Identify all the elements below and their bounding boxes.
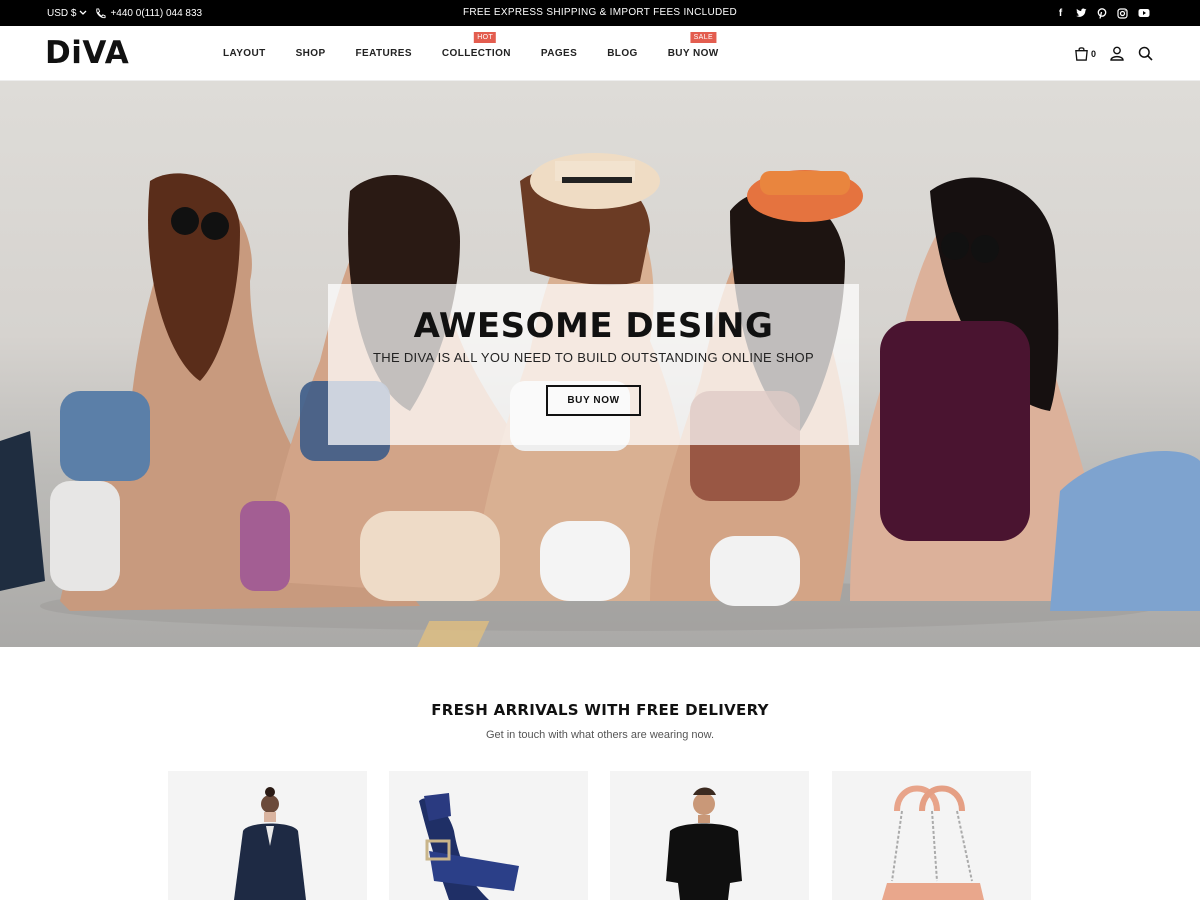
phone-icon bbox=[96, 7, 106, 18]
hero-banner: AWESOME DESING THE DIVA IS ALL YOU NEED … bbox=[0, 81, 1200, 647]
hero-caption-box: AWESOME DESING THE DIVA IS ALL YOU NEED … bbox=[328, 284, 859, 445]
nav-item-label: BLOG bbox=[607, 48, 638, 59]
user-icon[interactable] bbox=[1110, 46, 1124, 61]
chevron-down-icon bbox=[79, 10, 87, 15]
product-image-tshirt bbox=[666, 787, 742, 900]
hero-title: AWESOME DESING bbox=[413, 306, 774, 346]
nav-badge-sale: SALE bbox=[690, 32, 717, 43]
nav-item-label: SHOP bbox=[295, 48, 326, 59]
site-logo[interactable]: DiVA bbox=[45, 35, 129, 71]
nav-item-pages[interactable]: PAGES bbox=[541, 48, 577, 59]
nav-badge-hot: HOT bbox=[474, 32, 497, 43]
nav-item-shop[interactable]: SHOP bbox=[296, 48, 326, 59]
arrivals-title: FRESH ARRIVALS WITH FREE DELIVERY bbox=[431, 701, 769, 719]
nav-item-label: LAYOUT bbox=[223, 48, 266, 59]
nav-item-label: PAGES bbox=[540, 48, 578, 59]
cart-button[interactable]: 0 bbox=[1074, 46, 1096, 61]
currency-label: USD $ bbox=[47, 7, 77, 19]
currency-selector[interactable]: USD $ bbox=[47, 8, 87, 19]
nav-item-blog[interactable]: BLOG bbox=[607, 48, 638, 59]
hero-subtitle: THE DIVA IS ALL YOU NEED TO BUILD OUTSTA… bbox=[373, 350, 814, 365]
cart-count: 0 bbox=[1090, 48, 1096, 59]
social-links: f bbox=[1055, 0, 1150, 26]
nav-item-layout[interactable]: LAYOUT bbox=[223, 48, 266, 59]
instagram-icon[interactable] bbox=[1117, 7, 1128, 19]
product-card[interactable] bbox=[832, 771, 1031, 900]
product-image-cardigan bbox=[234, 787, 306, 900]
main-nav: LAYOUT SHOP FEATURES COLLECTION HOT PAGES BLOG… bbox=[223, 26, 749, 81]
phone-number[interactable]: +440 0(111) 044 833 bbox=[95, 8, 202, 19]
twitter-icon[interactable] bbox=[1076, 8, 1087, 18]
nav-item-label: FEATURES bbox=[355, 48, 412, 59]
main-header: DiVA LAYOUT SHOP FEATURES COLLECTION HOT PAGE… bbox=[0, 26, 1200, 81]
youtube-icon[interactable] bbox=[1138, 8, 1150, 18]
cart-icon bbox=[1075, 47, 1088, 61]
product-image-handbag bbox=[882, 785, 984, 900]
nav-item-label: COLLECTION bbox=[441, 48, 511, 59]
product-grid bbox=[168, 771, 1032, 900]
nav-item-label: BUY NOW bbox=[667, 48, 719, 59]
product-image-sandal bbox=[419, 793, 519, 900]
hero-buy-now-button[interactable]: BUY NOW bbox=[546, 385, 641, 416]
top-bar-left: USD $ +440 0(111) 044 833 bbox=[47, 0, 202, 26]
phone-text: +440 0(111) 044 833 bbox=[110, 7, 203, 19]
pinterest-icon[interactable] bbox=[1097, 7, 1107, 19]
top-bar: USD $ +440 0(111) 044 833 FREE EXPRESS S… bbox=[0, 0, 1200, 26]
arrivals-subtitle: Get in touch with what others are wearin… bbox=[485, 729, 715, 741]
search-icon[interactable] bbox=[1138, 46, 1153, 61]
product-card[interactable] bbox=[168, 771, 367, 900]
header-icons: 0 bbox=[1074, 26, 1153, 81]
facebook-icon[interactable]: f bbox=[1055, 8, 1066, 19]
nav-item-features[interactable]: FEATURES bbox=[356, 48, 412, 59]
product-card[interactable] bbox=[389, 771, 588, 900]
nav-item-collection[interactable]: COLLECTION HOT bbox=[441, 32, 511, 59]
nav-item-buy-now[interactable]: BUY NOW SALE bbox=[667, 32, 719, 59]
product-card[interactable] bbox=[610, 771, 809, 900]
